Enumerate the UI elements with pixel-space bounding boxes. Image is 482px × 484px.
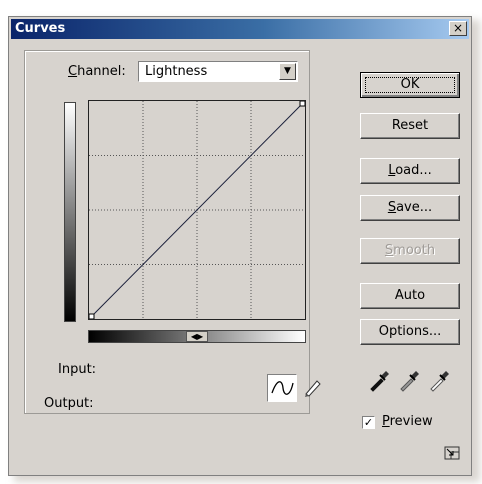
curve-graph[interactable] [88,100,306,320]
output-gradient-bar [64,102,76,322]
channel-label: Channel: [68,64,126,79]
input-label: Input: [58,362,97,377]
load-button[interactable]: Load... [360,158,460,184]
preview-checkbox[interactable]: ✓ [362,416,375,429]
pencil-tool-button[interactable] [302,376,324,398]
chevron-down-icon[interactable]: ▼ [279,63,296,80]
save-button[interactable]: Save... [360,195,460,221]
auto-button[interactable]: Auto [360,283,460,309]
gradient-toggle-handle[interactable]: ◀▶ [186,331,208,342]
resize-icon[interactable] [444,446,460,460]
smooth-button[interactable]: Smooth [360,238,460,264]
curve-grid [89,101,305,319]
reset-button[interactable]: Reset [360,113,460,139]
white-eyedropper-icon[interactable] [428,368,452,392]
channel-select[interactable]: Lightness ▼ [138,61,298,82]
black-eyedropper-icon[interactable] [368,368,392,392]
gray-eyedropper-icon[interactable] [398,368,422,392]
options-button[interactable]: Options... [360,319,460,345]
focus-ring [365,77,455,93]
window-title: Curves [15,21,66,36]
curve-tool-icon [271,381,294,395]
ok-button[interactable]: OK [360,72,460,98]
title-bar[interactable]: Curves × [11,19,469,39]
curve-tool-button[interactable] [267,374,297,402]
preview-label[interactable]: Preview [382,414,433,429]
pencil-icon [305,380,321,397]
curve-point-white [299,101,305,107]
output-label: Output: [44,396,94,411]
curve-point-black [89,313,95,319]
channel-value: Lightness [145,64,208,79]
close-button[interactable]: × [449,21,467,36]
